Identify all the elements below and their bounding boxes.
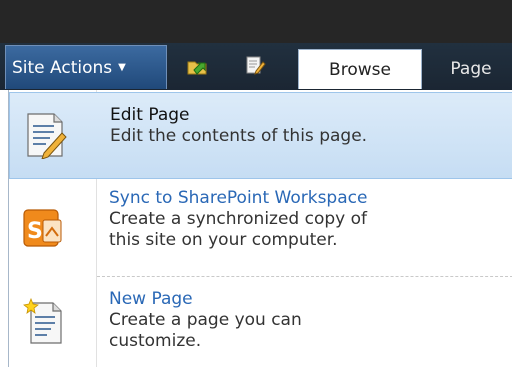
site-actions-label: Site Actions — [12, 57, 113, 78]
edit-page-icon — [27, 113, 67, 159]
tab-page[interactable]: Page — [430, 49, 512, 89]
menu-divider — [97, 276, 512, 277]
menu-item-title: New Page — [109, 289, 193, 309]
menu-item-sync-workspace[interactable]: S Sync to SharePoint Workspace Create a … — [9, 182, 512, 266]
menu-item-description-line: this site on your computer. — [109, 230, 338, 250]
site-actions-button[interactable]: Site Actions ▼ — [5, 45, 167, 89]
menu-item-description-line: customize. — [109, 331, 202, 351]
menu-item-text: Edit Page Edit the contents of this page… — [110, 105, 367, 147]
menu-item-title: Edit Page — [110, 105, 190, 125]
menu-item-title: Sync to SharePoint Workspace — [109, 188, 368, 208]
ribbon-top-bar — [0, 0, 512, 43]
sharepoint-workspace-icon: S — [23, 209, 62, 247]
navigate-up-icon[interactable] — [186, 54, 208, 76]
menu-item-text: Sync to SharePoint Workspace Create a sy… — [109, 188, 367, 251]
menu-item-description: Edit the contents of this page. — [110, 126, 368, 146]
tab-browse[interactable]: Browse — [298, 49, 422, 89]
svg-text:S: S — [27, 219, 43, 244]
menu-item-description-line: Create a page you can — [109, 310, 302, 330]
site-actions-menu: Edit Page Edit the contents of this page… — [8, 90, 512, 367]
menu-item-description-line: Create a synchronized copy of — [109, 209, 368, 229]
ribbon: Site Actions ▼ Browse Page — [0, 0, 512, 90]
menu-item-new-page[interactable]: New Page Create a page you can customize… — [9, 285, 512, 367]
menu-item-edit-page[interactable]: Edit Page Edit the contents of this page… — [9, 92, 512, 179]
new-page-icon — [23, 297, 62, 344]
chevron-down-icon: ▼ — [118, 62, 126, 73]
edit-icon[interactable] — [244, 54, 266, 76]
menu-item-text: New Page Create a page you can customize… — [109, 289, 302, 352]
